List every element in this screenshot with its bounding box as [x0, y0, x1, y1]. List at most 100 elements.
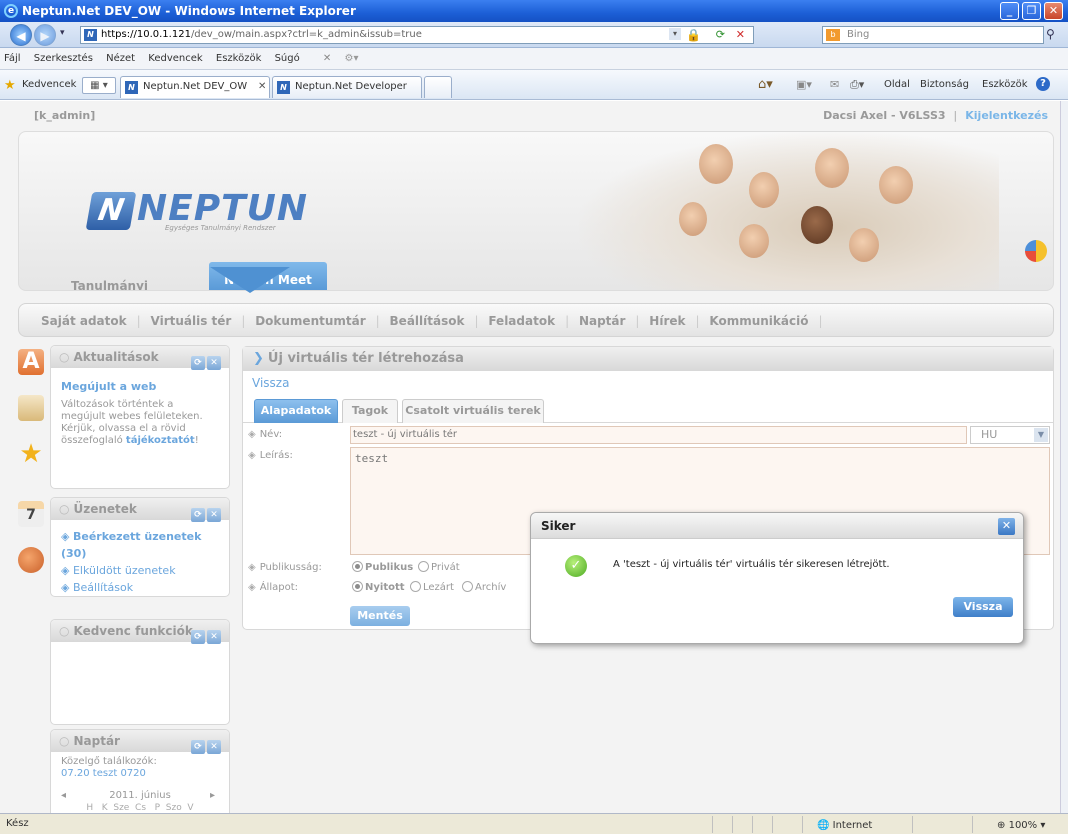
- upcoming-event[interactable]: 07.20 teszt 0720: [61, 768, 219, 780]
- favorites-star-icon[interactable]: ★: [4, 78, 16, 93]
- favorites-label[interactable]: Kedvencek: [22, 79, 76, 90]
- close-icon[interactable]: ✕: [998, 518, 1015, 535]
- dialog-back-button[interactable]: Vissza: [953, 597, 1013, 617]
- colorwheel-icon[interactable]: [1025, 240, 1047, 262]
- nav-feladatok[interactable]: Feladatok: [488, 314, 555, 328]
- refresh-box-icon[interactable]: ⟳: [191, 508, 205, 522]
- back-link[interactable]: Vissza: [252, 376, 289, 390]
- zoom-control[interactable]: ⊕ 100% ▾: [972, 816, 1068, 833]
- window-titlebar: e Neptun.Net DEV_OW - Windows Internet E…: [0, 0, 1068, 22]
- panel-title: Új virtuális tér létrehozása: [267, 351, 464, 366]
- menu-view[interactable]: Nézet: [106, 53, 135, 64]
- sent-link[interactable]: ◈ Elküldött üzenetek: [61, 562, 219, 579]
- calendar-month-row: ◂ 2011. június ▸: [61, 790, 219, 802]
- search-input[interactable]: b Bing: [822, 26, 1044, 44]
- calendar-box-title: Naptár: [73, 734, 120, 748]
- radio-nyitott[interactable]: Nyitott: [352, 581, 405, 593]
- radio-publikus[interactable]: Publikus: [352, 561, 413, 573]
- refresh-box-icon[interactable]: ⟳: [191, 356, 205, 370]
- quick-tabs-button[interactable]: ▦ ▾: [82, 77, 116, 94]
- menu-favorites[interactable]: Kedvencek: [148, 53, 202, 64]
- tab-neptun-dev-ow[interactable]: N Neptun.Net DEV_OW: [120, 76, 270, 98]
- history-dropdown-icon[interactable]: ▾: [60, 28, 65, 38]
- menu-edit[interactable]: Szerkesztés: [34, 53, 93, 64]
- page-menu[interactable]: Oldal: [884, 79, 910, 90]
- nav-dokumentumtar[interactable]: Dokumentumtár: [255, 314, 365, 328]
- person-image: [801, 206, 833, 244]
- stop-icon[interactable]: ✕: [736, 27, 745, 43]
- user-code: [k_admin]: [34, 109, 96, 122]
- page-viewport: [k_admin] Dacsi Axel - V6LSS3 | Kijelent…: [0, 101, 1060, 813]
- refresh-icon[interactable]: ⟳: [716, 27, 725, 43]
- tab-csatolt-virtualis-terek[interactable]: Csatolt virtuális terek: [402, 399, 544, 423]
- close-box-icon[interactable]: ✕: [207, 508, 221, 522]
- nav-kommunikacio[interactable]: Kommunikáció: [709, 314, 808, 328]
- menu-tools[interactable]: Eszközök: [216, 53, 262, 64]
- chat-side-icon[interactable]: [18, 547, 44, 573]
- safety-menu[interactable]: Biztonság: [920, 79, 969, 90]
- save-button[interactable]: Mentés: [350, 606, 410, 626]
- nav-sajat-adatok[interactable]: Saját adatok: [41, 314, 127, 328]
- url-host: 10.0.1.121: [136, 29, 191, 40]
- next-month-icon[interactable]: ▸: [210, 790, 215, 802]
- maximize-button[interactable]: ❐: [1022, 2, 1041, 20]
- radio-privat[interactable]: Privát: [418, 561, 460, 573]
- home-icon[interactable]: ⌂▾: [758, 77, 773, 92]
- calendar-side-icon[interactable]: 7: [18, 501, 44, 527]
- search-icon[interactable]: ⚲: [1046, 27, 1055, 41]
- radio-label: Lezárt: [423, 582, 454, 593]
- url-input[interactable]: N https://10.0.1.121/dev_ow/main.aspx?ct…: [80, 26, 754, 44]
- lock-icon[interactable]: 🔒: [686, 27, 701, 43]
- nav-beallitasok[interactable]: Beállítások: [390, 314, 465, 328]
- message-settings-link[interactable]: ◈ Beállítások: [61, 579, 219, 596]
- mail-icon[interactable]: ✉: [830, 78, 839, 91]
- upcoming-label: Közelgő találkozók:: [61, 756, 157, 767]
- news-headline[interactable]: Megújult a web: [61, 380, 219, 393]
- new-tab-button[interactable]: [424, 76, 452, 98]
- menu-file[interactable]: Fájl: [4, 53, 21, 64]
- nav-hirek[interactable]: Hírek: [649, 314, 685, 328]
- name-input[interactable]: teszt - új virtuális tér: [350, 426, 967, 444]
- help-icon[interactable]: ?: [1036, 77, 1050, 91]
- refresh-box-icon[interactable]: ⟳: [191, 630, 205, 644]
- close-window-button[interactable]: ✕: [1044, 2, 1063, 20]
- star-side-icon[interactable]: ★: [18, 441, 44, 467]
- menu-help[interactable]: Súgó: [275, 53, 300, 64]
- tab-close-icon[interactable]: ✕: [258, 81, 266, 92]
- nav-virtualis-ter[interactable]: Virtuális tér: [151, 314, 232, 328]
- refresh-box-icon[interactable]: ⟳: [191, 740, 205, 754]
- minimize-button[interactable]: _: [1000, 2, 1019, 20]
- close-box-icon[interactable]: ✕: [207, 740, 221, 754]
- neptun-favicon-icon: N: [277, 81, 290, 94]
- close-box-icon[interactable]: ✕: [207, 356, 221, 370]
- news-link[interactable]: tájékoztatót: [126, 435, 195, 446]
- publicity-label-text: Publikusság:: [259, 562, 322, 573]
- radio-lezart[interactable]: Lezárt: [410, 581, 454, 593]
- logout-link[interactable]: Kijelentkezés: [965, 109, 1048, 122]
- page-scrollbar[interactable]: [1060, 101, 1068, 813]
- language-select[interactable]: HU ▼: [970, 426, 1050, 444]
- news-side-icon[interactable]: A: [18, 349, 44, 375]
- back-icon[interactable]: ◀: [10, 24, 32, 46]
- print-icon[interactable]: ⎙▾: [850, 78, 864, 92]
- feeds-icon[interactable]: ▣▾: [796, 78, 812, 91]
- toolbar-close-icon[interactable]: ✕: [323, 53, 331, 64]
- close-box-icon[interactable]: ✕: [207, 630, 221, 644]
- nav-naptar[interactable]: Naptár: [579, 314, 625, 328]
- window-title: Neptun.Net DEV_OW - Windows Internet Exp…: [22, 4, 356, 18]
- tab-neptun-developer[interactable]: N Neptun.Net Developer: [272, 76, 422, 98]
- person-image: [815, 148, 849, 188]
- forward-icon[interactable]: ▶: [34, 24, 56, 46]
- radio-archiv[interactable]: Archív: [462, 581, 506, 593]
- prev-month-icon[interactable]: ◂: [61, 790, 66, 802]
- header-photo: [579, 132, 999, 290]
- tab-tanulmanyi-rendszer[interactable]: Tanulmányi rendszer: [71, 276, 203, 290]
- tab-tagok[interactable]: Tagok: [342, 399, 398, 423]
- url-dropdown-icon[interactable]: ▾: [669, 28, 681, 40]
- inbox-link[interactable]: ◈ Beérkezett üzenetek (30): [61, 528, 219, 562]
- tab-alapadatok[interactable]: Alapadatok: [254, 399, 338, 423]
- house-side-icon[interactable]: [18, 395, 44, 421]
- panel-header: ❯ Új virtuális tér létrehozása: [243, 347, 1053, 371]
- toolbar-tools-icon[interactable]: ⚙▾: [344, 53, 358, 64]
- tools-menu[interactable]: Eszközök: [982, 79, 1028, 90]
